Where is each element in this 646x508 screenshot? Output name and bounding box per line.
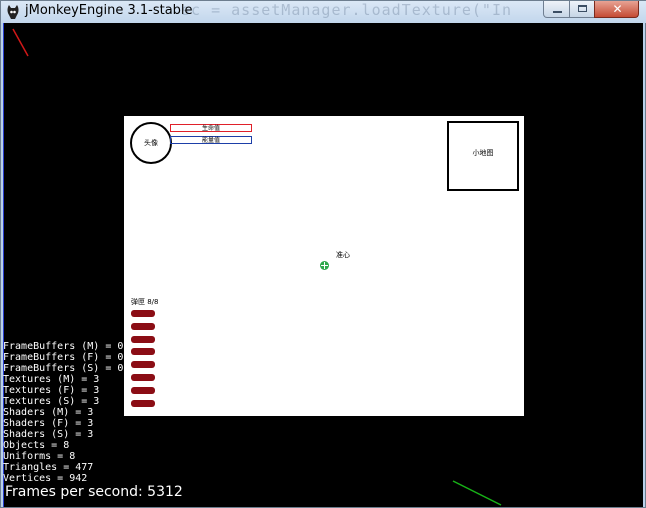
stat-line: Textures (F) = 3 [3,385,100,396]
stats-overlay: FrameBuffers (M) = 0 FrameBuffers (F) = … [3,341,203,484]
render-canvas[interactable]: 头像 生命值 能量值 小地图 准心 弹匣 8/8 FrameBuffers (M… [3,23,643,507]
health-bar: 生命值 [170,124,252,132]
avatar: 头像 [130,122,172,164]
background-code-text: sc = assetManager.loadTexture("In [181,1,513,19]
stat-line: Uniforms = 8 [3,451,76,462]
stat-line: Shaders (S) = 3 [3,429,94,440]
minimap: 小地图 [447,121,519,191]
minimize-button[interactable] [543,1,570,18]
title-bar[interactable]: sc = assetManager.loadTexture("In jMonke… [1,1,646,23]
crosshair-label: 准心 [336,251,350,259]
stat-line: Textures (S) = 3 [3,396,100,407]
maximize-icon [578,5,587,12]
ammo-round [131,310,155,317]
energy-bar: 能量值 [170,136,252,144]
maximize-button[interactable] [569,1,595,18]
minimize-icon [553,11,562,13]
x-axis-line [12,28,29,57]
close-icon: ✕ [612,2,623,16]
ammo-round [131,322,155,330]
y-axis-line [452,480,502,506]
crosshair-icon [320,261,329,270]
ammo-label: 弹匣 8/8 [131,298,159,306]
app-window: sc = assetManager.loadTexture("In jMonke… [0,0,646,508]
jmonkey-app-icon [7,5,19,19]
stat-line: Textures (M) = 3 [3,374,100,385]
fps-counter: Frames per second: 5312 [5,484,183,500]
stat-line: Objects = 8 [3,440,70,451]
stat-line: FrameBuffers (S) = 0 [3,363,124,374]
close-button[interactable]: ✕ [594,1,639,18]
stat-line: Shaders (M) = 3 [3,407,94,418]
stat-line: FrameBuffers (F) = 0 [3,352,124,363]
stat-line: FrameBuffers (M) = 0 [3,341,124,352]
stat-line: Vertices = 942 [3,473,88,484]
window-title: jMonkeyEngine 3.1-stable [25,3,193,18]
stat-line: Triangles = 477 [3,462,94,473]
stat-line: Shaders (F) = 3 [3,418,94,429]
